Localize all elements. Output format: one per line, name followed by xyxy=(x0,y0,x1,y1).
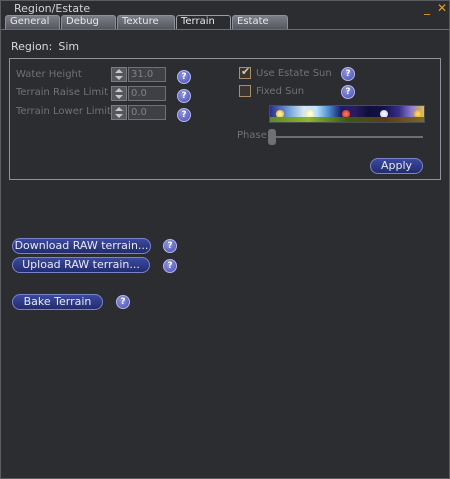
water-height-help-icon[interactable]: ? xyxy=(177,70,191,84)
tab-terrain[interactable]: Terrain xyxy=(176,15,231,30)
terrain-raise-limit-label: Terrain Raise Limit xyxy=(16,87,108,98)
use-estate-sun-checkbox[interactable]: ✔ xyxy=(239,65,251,79)
minimize-icon[interactable]: _ xyxy=(421,2,433,14)
apply-button[interactable]: Apply xyxy=(370,158,423,174)
raise-limit-input[interactable]: 0.0 xyxy=(128,86,166,101)
lower-limit-stepper[interactable] xyxy=(111,105,127,120)
fixed-sun-help-icon[interactable]: ? xyxy=(341,85,355,99)
water-height-stepper[interactable] xyxy=(111,67,127,82)
lower-limit-input[interactable]: 0.0 xyxy=(128,105,166,120)
use-estate-sun-help-icon[interactable]: ? xyxy=(341,67,355,81)
decrement-icon[interactable] xyxy=(115,76,123,80)
water-height-label: Water Height xyxy=(16,69,82,80)
region-row: Region: Sim xyxy=(11,40,79,53)
decrement-icon[interactable] xyxy=(115,114,123,118)
region-estate-window: Region/Estate _ ✕ General Debug Texture … xyxy=(0,0,450,479)
upload-raw-terrain-button[interactable]: Upload RAW terrain... xyxy=(12,257,150,273)
tab-texture[interactable]: Texture xyxy=(117,15,175,29)
download-raw-terrain-button[interactable]: Download RAW terrain... xyxy=(12,238,151,254)
use-estate-sun-label: Use Estate Sun xyxy=(256,68,332,79)
decrement-icon[interactable] xyxy=(115,95,123,99)
region-label: Region: xyxy=(11,40,53,53)
fixed-sun-checkbox[interactable] xyxy=(239,85,251,97)
title-bar[interactable]: Region/Estate _ ✕ xyxy=(1,1,449,15)
phase-slider-handle[interactable] xyxy=(268,129,276,145)
window-title: Region/Estate xyxy=(14,2,91,15)
increment-icon[interactable] xyxy=(115,69,123,73)
lower-limit-help-icon[interactable]: ? xyxy=(177,108,191,122)
bake-terrain-button[interactable]: Bake Terrain xyxy=(12,294,103,310)
ground-strip xyxy=(270,117,424,122)
download-raw-help-icon[interactable]: ? xyxy=(163,239,177,253)
tab-debug[interactable]: Debug xyxy=(61,15,116,29)
raise-limit-help-icon[interactable]: ? xyxy=(177,89,191,103)
raise-limit-stepper[interactable] xyxy=(111,86,127,101)
bake-terrain-help-icon[interactable]: ? xyxy=(116,295,130,309)
increment-icon[interactable] xyxy=(115,107,123,111)
sun-phase-sky-strip xyxy=(269,105,425,123)
tab-estate[interactable]: Estate xyxy=(232,15,288,29)
water-height-input[interactable]: 31.0 xyxy=(128,67,166,82)
phase-label: Phase xyxy=(237,130,267,141)
tab-divider xyxy=(1,29,449,30)
terrain-lower-limit-label: Terrain Lower Limit xyxy=(16,106,111,117)
upload-raw-help-icon[interactable]: ? xyxy=(163,259,177,273)
region-name: Sim xyxy=(58,40,80,53)
tab-general[interactable]: General xyxy=(5,15,60,29)
close-icon[interactable]: ✕ xyxy=(436,2,448,14)
checkmark-icon: ✔ xyxy=(241,65,251,78)
phase-slider-track[interactable] xyxy=(273,136,423,138)
fixed-sun-label: Fixed Sun xyxy=(256,86,305,97)
increment-icon[interactable] xyxy=(115,88,123,92)
